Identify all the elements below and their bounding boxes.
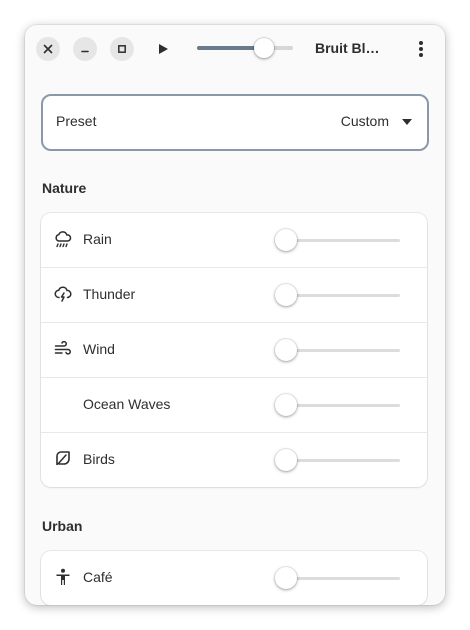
sound-volume-handle[interactable] (275, 394, 297, 416)
play-icon (159, 44, 168, 54)
sound-volume-slider[interactable] (287, 349, 400, 352)
minimize-icon (81, 50, 89, 53)
sound-label: Rain (83, 231, 112, 247)
sound-label: Café (83, 569, 113, 585)
close-button[interactable] (36, 37, 60, 61)
sound-volume-handle[interactable] (275, 449, 297, 471)
leaf-icon (56, 451, 70, 465)
section-title-urban: Urban (42, 518, 83, 534)
sound-label: Wind (83, 341, 115, 357)
sound-volume-handle[interactable] (275, 339, 297, 361)
rain-cloud-icon (55, 231, 72, 248)
sound-volume-slider[interactable] (287, 577, 400, 580)
volume-slider[interactable] (197, 38, 293, 58)
volume-slider-handle[interactable] (254, 38, 274, 58)
header-bar: Bruit Bl… (25, 25, 445, 71)
maximize-icon (118, 45, 126, 53)
main-menu-button[interactable] (408, 36, 434, 62)
sound-label: Ocean Waves (83, 396, 171, 412)
sound-row-thunder: Thunder (41, 268, 427, 323)
dropdown-arrow-icon (402, 119, 412, 125)
wind-icon (54, 340, 71, 355)
thunder-cloud-icon (54, 286, 72, 302)
close-icon (43, 44, 53, 54)
nature-sounds-list: Rain Thunder Wind Ocean Waves Birds (41, 213, 427, 487)
sound-volume-slider[interactable] (287, 239, 400, 242)
more-vertical-icon (419, 41, 423, 57)
sound-volume-slider[interactable] (287, 294, 400, 297)
sound-label: Birds (83, 451, 115, 467)
sound-row-rain: Rain (41, 213, 427, 268)
person-icon (56, 568, 70, 585)
sound-row-ocean-waves: Ocean Waves (41, 378, 427, 433)
preset-value: Custom (340, 113, 389, 129)
sound-row-wind: Wind (41, 323, 427, 378)
sound-volume-slider[interactable] (287, 404, 400, 407)
sound-row-birds: Birds (41, 433, 427, 487)
preset-label: Preset (56, 113, 97, 129)
sound-volume-handle[interactable] (275, 229, 297, 251)
maximize-button[interactable] (110, 37, 134, 61)
sound-row-cafe: Café (41, 551, 427, 605)
play-button[interactable] (150, 36, 176, 62)
section-title-nature: Nature (42, 180, 87, 196)
preset-selector[interactable]: Preset Custom (41, 94, 429, 151)
window-title: Bruit Bl… (315, 40, 380, 56)
sound-volume-slider[interactable] (287, 459, 400, 462)
app-window: Bruit Bl… Preset Custom Nature Rain Thun… (25, 25, 445, 605)
urban-sounds-list: Café (41, 551, 427, 605)
sound-volume-handle[interactable] (275, 567, 297, 589)
sound-volume-handle[interactable] (275, 284, 297, 306)
minimize-button[interactable] (73, 37, 97, 61)
sound-label: Thunder (83, 286, 136, 302)
